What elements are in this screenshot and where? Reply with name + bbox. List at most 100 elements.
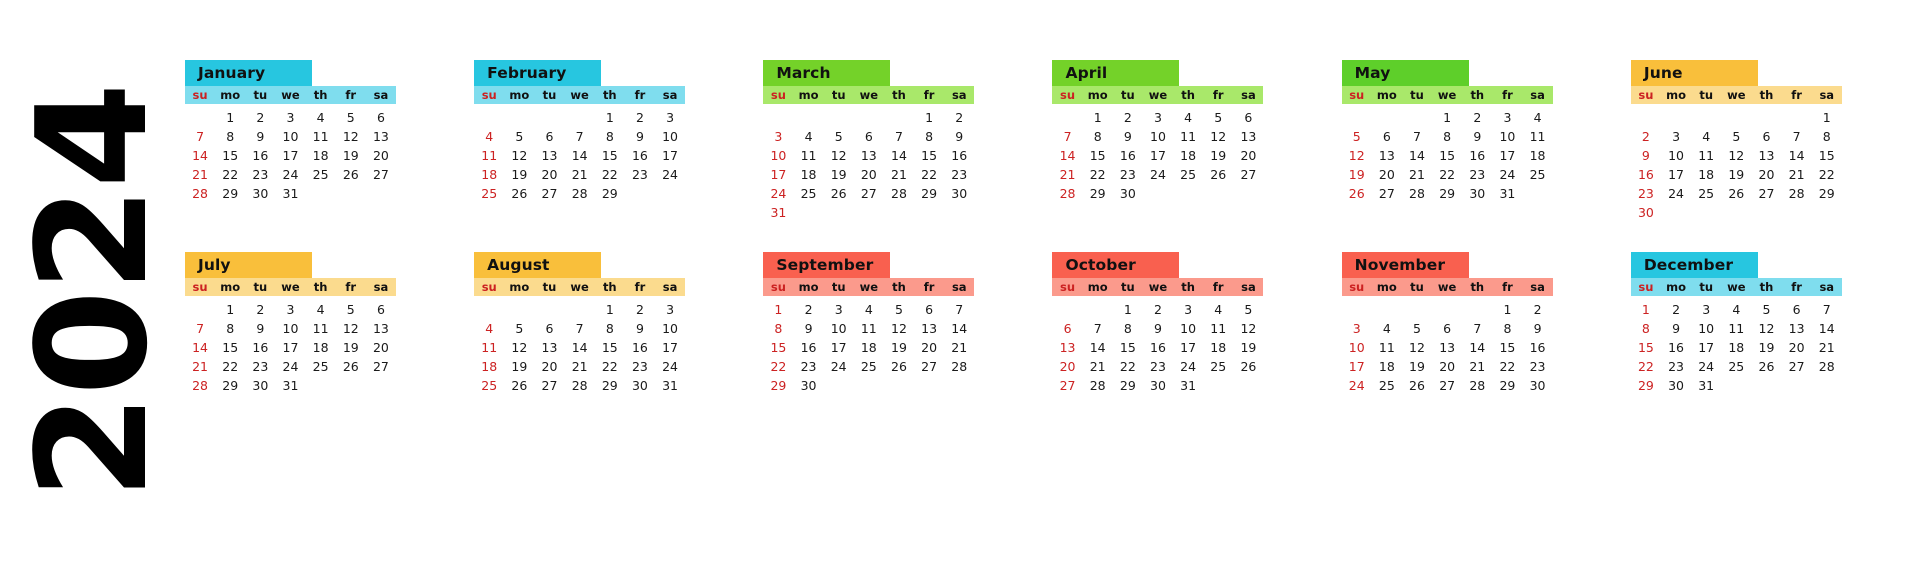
day-cell[interactable]: 28 <box>944 357 974 376</box>
day-cell[interactable]: 4 <box>793 127 823 146</box>
day-cell[interactable]: 12 <box>884 319 914 338</box>
day-cell[interactable]: 23 <box>625 165 655 184</box>
day-cell[interactable]: 21 <box>1812 338 1842 357</box>
day-cell[interactable]: 8 <box>914 127 944 146</box>
day-cell[interactable]: 6 <box>1052 319 1082 338</box>
day-cell[interactable]: 4 <box>1721 300 1751 319</box>
day-cell[interactable]: 20 <box>1052 357 1082 376</box>
day-cell[interactable]: 7 <box>1462 319 1492 338</box>
day-cell[interactable]: 25 <box>306 357 336 376</box>
day-cell[interactable]: 24 <box>655 165 685 184</box>
day-cell[interactable]: 15 <box>1113 338 1143 357</box>
day-cell[interactable]: 30 <box>1661 376 1691 395</box>
day-cell[interactable]: 22 <box>595 165 625 184</box>
day-cell[interactable]: 6 <box>914 300 944 319</box>
day-cell[interactable]: 9 <box>245 319 275 338</box>
day-cell[interactable]: 29 <box>595 376 625 395</box>
day-cell[interactable]: 8 <box>1432 127 1462 146</box>
day-cell[interactable]: 9 <box>1523 319 1553 338</box>
day-cell[interactable]: 22 <box>1432 165 1462 184</box>
day-cell[interactable]: 2 <box>1631 127 1661 146</box>
day-cell[interactable]: 19 <box>1203 146 1233 165</box>
day-cell[interactable]: 15 <box>215 146 245 165</box>
day-cell[interactable]: 10 <box>824 319 854 338</box>
day-cell[interactable]: 11 <box>854 319 884 338</box>
day-cell[interactable]: 25 <box>1372 376 1402 395</box>
day-cell[interactable]: 15 <box>1812 146 1842 165</box>
day-cell[interactable]: 19 <box>824 165 854 184</box>
day-cell[interactable]: 23 <box>1523 357 1553 376</box>
day-cell[interactable]: 14 <box>1083 338 1113 357</box>
day-cell[interactable]: 20 <box>1233 146 1263 165</box>
day-cell[interactable]: 23 <box>793 357 823 376</box>
day-cell[interactable]: 3 <box>763 127 793 146</box>
day-cell[interactable]: 15 <box>215 338 245 357</box>
day-cell[interactable]: 18 <box>1203 338 1233 357</box>
day-cell[interactable]: 12 <box>336 127 366 146</box>
day-cell[interactable]: 28 <box>565 376 595 395</box>
day-cell[interactable]: 5 <box>824 127 854 146</box>
day-cell[interactable]: 16 <box>245 338 275 357</box>
day-cell[interactable]: 14 <box>1402 146 1432 165</box>
day-cell[interactable]: 6 <box>534 127 564 146</box>
day-cell[interactable]: 15 <box>595 338 625 357</box>
day-cell[interactable]: 1 <box>763 300 793 319</box>
day-cell[interactable]: 11 <box>1372 338 1402 357</box>
day-cell[interactable]: 4 <box>854 300 884 319</box>
day-cell[interactable]: 13 <box>534 146 564 165</box>
day-cell[interactable]: 12 <box>1721 146 1751 165</box>
day-cell[interactable]: 28 <box>1402 184 1432 203</box>
day-cell[interactable]: 23 <box>1113 165 1143 184</box>
day-cell[interactable]: 4 <box>1372 319 1402 338</box>
day-cell[interactable]: 1 <box>1432 108 1462 127</box>
day-cell[interactable]: 27 <box>1372 184 1402 203</box>
day-cell[interactable]: 3 <box>1342 319 1372 338</box>
day-cell[interactable]: 6 <box>854 127 884 146</box>
day-cell[interactable]: 17 <box>1691 338 1721 357</box>
day-cell[interactable]: 25 <box>1691 184 1721 203</box>
day-cell[interactable]: 12 <box>1203 127 1233 146</box>
day-cell[interactable]: 20 <box>534 165 564 184</box>
day-cell[interactable]: 20 <box>534 357 564 376</box>
day-cell[interactable]: 2 <box>1523 300 1553 319</box>
day-cell[interactable]: 27 <box>534 184 564 203</box>
day-cell[interactable]: 21 <box>185 357 215 376</box>
day-cell[interactable]: 26 <box>1342 184 1372 203</box>
day-cell[interactable]: 17 <box>655 338 685 357</box>
day-cell[interactable]: 29 <box>595 184 625 203</box>
day-cell[interactable]: 12 <box>1751 319 1781 338</box>
day-cell[interactable]: 10 <box>1661 146 1691 165</box>
day-cell[interactable]: 9 <box>1661 319 1691 338</box>
day-cell[interactable]: 10 <box>1173 319 1203 338</box>
day-cell[interactable]: 15 <box>1631 338 1661 357</box>
day-cell[interactable]: 25 <box>306 165 336 184</box>
day-cell[interactable]: 16 <box>793 338 823 357</box>
day-cell[interactable]: 21 <box>1782 165 1812 184</box>
day-cell[interactable]: 25 <box>474 376 504 395</box>
day-cell[interactable]: 29 <box>1432 184 1462 203</box>
day-cell[interactable]: 7 <box>944 300 974 319</box>
day-cell[interactable]: 16 <box>1113 146 1143 165</box>
day-cell[interactable]: 18 <box>1372 357 1402 376</box>
day-cell[interactable]: 2 <box>245 108 275 127</box>
day-cell[interactable]: 3 <box>1661 127 1691 146</box>
day-cell[interactable]: 26 <box>884 357 914 376</box>
day-cell[interactable]: 28 <box>185 376 215 395</box>
day-cell[interactable]: 5 <box>1342 127 1372 146</box>
day-cell[interactable]: 3 <box>275 300 305 319</box>
day-cell[interactable]: 17 <box>275 338 305 357</box>
day-cell[interactable]: 22 <box>1083 165 1113 184</box>
day-cell[interactable]: 16 <box>1143 338 1173 357</box>
day-cell[interactable]: 3 <box>275 108 305 127</box>
day-cell[interactable]: 26 <box>1751 357 1781 376</box>
day-cell[interactable]: 23 <box>1661 357 1691 376</box>
day-cell[interactable]: 24 <box>655 357 685 376</box>
day-cell[interactable]: 18 <box>1523 146 1553 165</box>
day-cell[interactable]: 12 <box>1402 338 1432 357</box>
day-cell[interactable]: 13 <box>366 127 396 146</box>
day-cell[interactable]: 31 <box>763 203 793 222</box>
day-cell[interactable]: 3 <box>655 300 685 319</box>
day-cell[interactable]: 26 <box>1233 357 1263 376</box>
day-cell[interactable]: 7 <box>1402 127 1432 146</box>
day-cell[interactable]: 21 <box>185 165 215 184</box>
